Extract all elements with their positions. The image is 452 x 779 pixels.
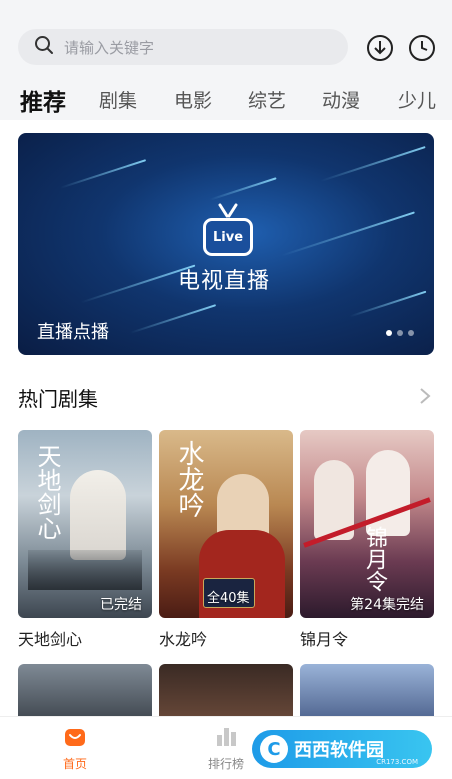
tv-antenna-icon [218, 203, 238, 218]
home-icon [65, 729, 85, 746]
watermark-c-icon: C [260, 735, 288, 763]
carousel-dot [408, 330, 414, 336]
nav-home[interactable]: 首页 [35, 725, 115, 772]
banner-title: 电视直播 [178, 269, 271, 294]
tab-recommend[interactable]: 推荐 [20, 83, 66, 117]
watermark-subtext: CR173.COM [376, 758, 418, 766]
poster-art-title: 锦月令 [362, 526, 387, 592]
drama-title[interactable]: 天地剑心 [18, 626, 82, 650]
drama-card[interactable] [300, 664, 434, 724]
status-badge: 第24集完结 [350, 597, 424, 613]
download-icon[interactable] [366, 34, 394, 62]
bar-chart-icon [217, 728, 236, 746]
banner-caption: 直播点播 [37, 322, 109, 343]
drama-title[interactable]: 水龙吟 [159, 626, 207, 650]
chevron-right-icon[interactable] [416, 385, 434, 407]
carousel-dot [397, 330, 403, 336]
category-tabs: 推荐 剧集 电影 综艺 动漫 少儿 [0, 80, 452, 120]
drama-card[interactable]: 天地剑心 已完结 [18, 430, 152, 618]
drama-card[interactable] [159, 664, 293, 724]
nav-home-label: 首页 [62, 757, 87, 771]
drama-card[interactable]: 锦月令 第24集完结 [300, 430, 434, 618]
section-title: 热门剧集 [18, 387, 98, 411]
watermark-logo: C 西西软件园 CR173.COM [252, 730, 432, 768]
top-bar: 请输入关键字 [0, 0, 452, 80]
live-tv-icon: Live [203, 218, 253, 256]
tab-drama[interactable]: 剧集 [99, 86, 137, 113]
carousel-indicator [386, 330, 414, 336]
search-input[interactable]: 请输入关键字 [18, 29, 348, 65]
drama-title[interactable]: 锦月令 [300, 626, 348, 650]
history-clock-icon[interactable] [408, 34, 436, 62]
carousel-dot [386, 330, 392, 336]
drama-card[interactable]: 水龙吟 全40集 [159, 430, 293, 618]
search-icon [34, 35, 54, 59]
tab-movie[interactable]: 电影 [174, 86, 212, 113]
status-badge: 全40集 [207, 591, 250, 606]
poster-art-title: 水龙吟 [174, 440, 204, 518]
drama-card[interactable] [18, 664, 152, 724]
status-badge: 已完结 [100, 597, 142, 613]
tab-kids[interactable]: 少儿 [398, 86, 436, 113]
search-placeholder: 请输入关键字 [64, 38, 155, 57]
poster-art-title: 天地剑心 [33, 444, 61, 540]
tab-anime[interactable]: 动漫 [322, 86, 360, 113]
watermark-text: 西西软件园 [294, 740, 384, 761]
tab-variety[interactable]: 综艺 [248, 86, 286, 113]
